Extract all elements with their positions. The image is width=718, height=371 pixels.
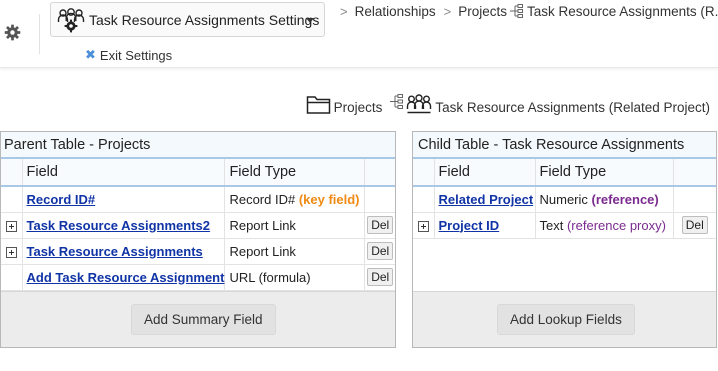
chevron-down-icon — [306, 18, 314, 23]
breadcrumb-separator: > — [340, 3, 348, 19]
delete-button[interactable]: Del — [367, 242, 394, 260]
field-type-column-header: Field Type — [535, 159, 674, 187]
field-link[interactable]: Task Resource Assignments2 — [27, 218, 211, 233]
field-type-column-header: Field Type — [224, 159, 366, 187]
child-table-panel: Child Table - Task Resource Assignments … — [412, 131, 717, 348]
parent-table-panel: Parent Table - Projects Field Field Type… — [0, 131, 396, 348]
field-type: Report Link — [229, 243, 296, 259]
relationship-tree-icon — [510, 4, 524, 18]
field-link[interactable]: Project ID — [439, 218, 500, 233]
relationship-parent-name: Projects — [333, 100, 383, 115]
child-table-title: Child Table - Task Resource Assignments — [413, 132, 716, 159]
field-type: Report Link — [229, 217, 296, 233]
field-type: Record ID# — [229, 191, 296, 207]
field-link[interactable]: Task Resource Assignments — [27, 244, 203, 259]
table-header-row: Field Field Type — [1, 159, 395, 187]
expand-plus-icon[interactable] — [5, 220, 17, 232]
table-row: Task Resource Assignments Report Link De… — [1, 238, 395, 265]
child-panel-footer: Add Lookup Fields — [413, 291, 716, 347]
table-settings-dropdown[interactable]: Task Resource Assignments Settings — [50, 2, 325, 37]
parent-table-title: Parent Table - Projects — [1, 132, 395, 159]
exit-settings-link[interactable]: ✖ Exit Settings — [85, 47, 172, 63]
child-fields-table: Field Field Type Related Project Numeric… — [413, 159, 716, 239]
parent-panel-footer: Add Summary Field — [1, 291, 395, 347]
delete-column-header — [673, 159, 716, 187]
breadcrumb-relationships[interactable]: Relationships — [355, 4, 436, 19]
add-summary-field-button[interactable]: Add Summary Field — [131, 304, 276, 335]
table-header-row: Field Field Type — [413, 159, 716, 187]
table-row: Project ID Text (reference proxy) Del — [413, 212, 716, 239]
field-link[interactable]: Related Project — [439, 192, 534, 207]
delete-button[interactable]: Del — [367, 268, 394, 286]
expand-column-header — [413, 159, 435, 187]
reference-proxy-badge: (reference proxy) — [566, 217, 666, 233]
folder-icon — [306, 96, 330, 114]
relationship-tree-icon — [390, 94, 404, 109]
close-icon: ✖ — [85, 47, 96, 62]
delete-button[interactable]: Del — [367, 216, 394, 234]
table-row: Related Project Numeric (reference) — [413, 186, 716, 213]
relationship-child-name: Task Resource Assignments (Related Proje… — [435, 100, 710, 115]
breadcrumb: > Relationships > Projects Task Resource… — [332, 3, 718, 19]
task-resource-assignments-settings-icon — [57, 7, 85, 32]
expand-plus-icon[interactable] — [5, 246, 17, 258]
exit-settings-label: Exit Settings — [99, 47, 173, 63]
expand-column-header — [1, 159, 23, 187]
key-field-badge: (key field) — [298, 191, 360, 207]
settings-dropdown-label: Task Resource Assignments Settings — [89, 11, 320, 28]
expand-plus-icon[interactable] — [417, 220, 429, 232]
field-type: URL (formula) — [229, 269, 311, 285]
field-column-header: Field — [434, 159, 536, 187]
delete-button[interactable]: Del — [681, 216, 708, 234]
field-type: Text — [539, 217, 564, 233]
task-resource-assignments-icon — [407, 94, 432, 114]
breadcrumb-projects[interactable]: Projects — [458, 4, 507, 19]
table-row: Record ID# Record ID# (key field) — [1, 186, 395, 213]
table-row: Task Resource Assignments2 Report Link D… — [1, 212, 395, 239]
relationship-path: Projects Task Resource Assignments (Rela… — [306, 93, 710, 115]
field-link[interactable]: Add Task Resource Assignment — [27, 270, 225, 285]
delete-column-header — [364, 159, 395, 187]
add-lookup-fields-button[interactable]: Add Lookup Fields — [497, 304, 635, 335]
parent-fields-table: Field Field Type Record ID# Record ID# (… — [1, 159, 395, 291]
field-link[interactable]: Record ID# — [27, 192, 96, 207]
toolbar-divider — [39, 14, 40, 54]
reference-badge: (reference) — [591, 191, 659, 207]
settings-toolbar: Task Resource Assignments Settings ✖ Exi… — [0, 0, 718, 68]
breadcrumb-separator: > — [443, 3, 452, 19]
breadcrumb-current-relationship: Task Resource Assignments (R... — [527, 3, 718, 19]
field-type: Numeric — [539, 191, 588, 207]
gear-icon[interactable] — [4, 24, 21, 41]
field-column-header: Field — [22, 159, 226, 187]
table-row: Add Task Resource Assignment URL (formul… — [1, 264, 395, 291]
